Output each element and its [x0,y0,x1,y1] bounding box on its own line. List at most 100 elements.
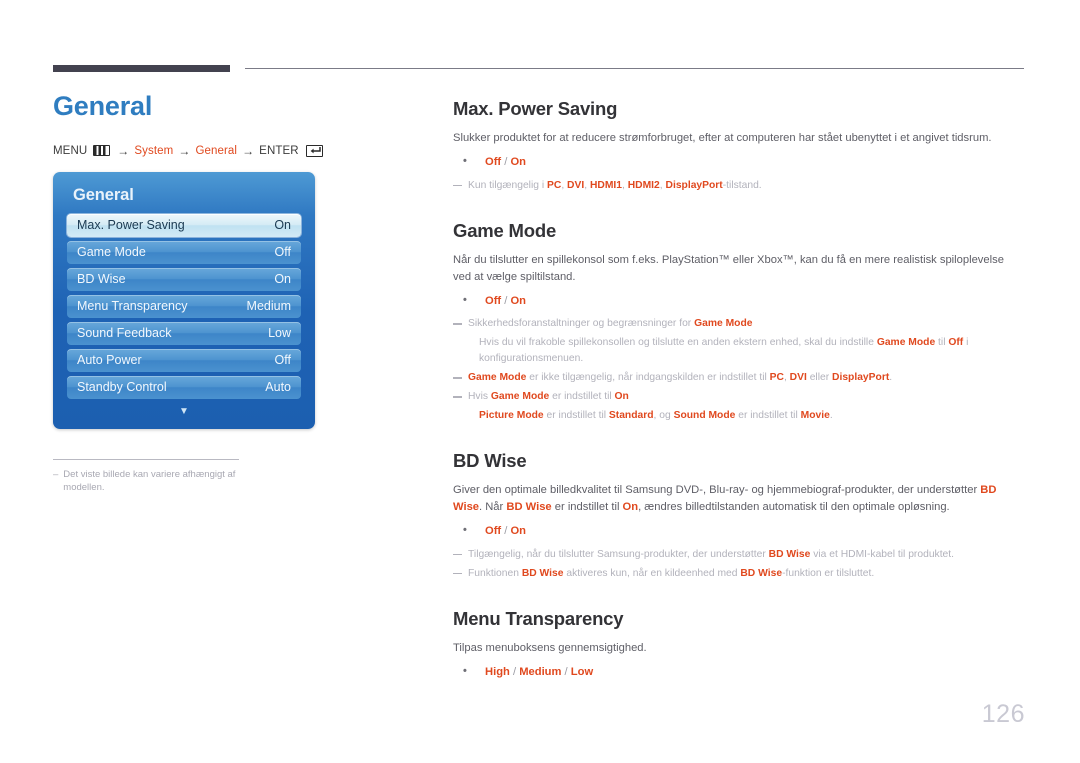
note-text: . Når [479,501,507,514]
option-value: High [485,665,510,678]
osd-item-value: On [274,218,291,233]
right-column: Max. Power Saving Slukker produktet for a… [453,98,1025,688]
section-note: Tilgængelig, når du tilslutter Samsung-p… [453,547,1025,563]
note-text: er ikke tilgængelig, når indgangskilden … [526,372,770,384]
section-heading: Menu Transparency [453,607,624,629]
page-number: 126 [981,700,1025,728]
section-heading: Max. Power Saving [453,98,618,119]
note-text: -tilstand. [722,179,762,191]
highlighted-term: BD Wise [740,567,783,579]
section-note: Kun tilgængelig i PC, DVI, HDMI1, HDMI2,… [453,178,1025,194]
osd-item-label: Game Mode [77,245,146,260]
highlighted-term: Standard [608,410,654,422]
breadcrumb-step-general: General [195,144,238,157]
option-list: Off / On [453,292,1025,310]
highlighted-term: DVI [789,372,807,384]
section-game-mode: Game Mode Når du tilslutter en spillekons… [453,220,1025,424]
footnote-text: Det viste billede kan variere afhængigt … [63,468,236,493]
osd-menu-item[interactable]: Menu Transparency Medium [67,294,301,318]
osd-menu-title: General [73,185,134,204]
option-item: Off / On [463,522,1025,540]
osd-item-label: Sound Feedback [77,326,172,341]
option-value: Low [570,665,594,678]
note-text: Funktionen [468,567,522,579]
option-separator: / [509,665,520,678]
manual-page: General MENU → System → General → ENTER … [0,0,1080,763]
note-text: Sikkerhedsforanstaltninger og begrænsnin… [468,318,695,330]
note-text: , og [653,410,674,422]
highlighted-term: On [622,501,639,514]
osd-menu-item[interactable]: Sound Feedback Low [67,321,301,345]
option-value: Off [485,156,502,169]
header-rule-thin [245,68,1024,69]
section-body: Giver den optimale billedkvalitet til Sa… [453,482,1025,516]
option-list: High / Medium / Low [453,663,1025,681]
option-value: On [510,156,527,169]
note-text: til [935,337,949,349]
section-body: Slukker produktet for at reducere strømf… [453,132,992,145]
option-value: Off [485,294,502,307]
section-heading: BD Wise [453,450,527,472]
osd-item-label: BD Wise [77,272,126,287]
section-max-power-saving: Max. Power Saving Slukker produktet for a… [453,98,1025,194]
section-heading: Game Mode [453,219,557,241]
breadcrumb-step-system: System [134,144,174,157]
osd-menu-item[interactable]: Max. Power Saving On [67,213,301,237]
highlighted-term: Game Mode [490,391,550,403]
option-list: Off / On [453,522,1025,540]
section-note: Hvis Game Mode er indstillet til On [453,389,1025,405]
highlighted-term: Game Mode [694,318,753,330]
highlighted-term: On [614,391,629,403]
highlighted-term: DisplayPort [832,372,890,384]
option-item: Off / On [463,153,1025,171]
chevron-down-icon[interactable]: ▼ [53,406,315,417]
note-text: Kun tilgængelig i [468,179,547,191]
highlighted-term: Sound Mode [673,410,736,422]
option-value: On [510,294,527,307]
note-text: eller [806,372,833,384]
note-text: er indstillet til [549,391,615,403]
osd-menu-item[interactable]: Game Mode Off [67,240,301,264]
section-note: Funktionen BD Wise aktiveres kun, når en… [453,566,1025,582]
highlighted-term: Game Mode [876,337,936,349]
osd-item-value: Off [274,353,291,368]
option-value: On [510,525,527,538]
menu-bars-icon [93,145,111,157]
note-text: via et HDMI-kabel til produktet. [810,548,954,560]
enter-key-icon [305,144,323,157]
footnote-divider [53,458,239,460]
osd-menu-item[interactable]: Standby Control Auto [67,375,301,399]
osd-menu-item[interactable]: BD Wise On [67,267,301,291]
note-text: -funktion er tilsluttet. [782,567,875,579]
osd-item-value: On [274,272,291,287]
option-list: Off / On [453,153,1025,171]
breadcrumb-arrow-3: → [242,143,255,158]
note-text: . [889,372,893,384]
note-text: er indstillet til [735,410,801,422]
header-rule-thick [53,65,230,72]
osd-item-label: Menu Transparency [77,299,188,314]
osd-menu-item[interactable]: Auto Power Off [67,348,301,372]
section-note: Game Mode er ikke tilgængelig, når indga… [453,370,1025,386]
highlighted-term: Game Mode [468,372,527,384]
note-text: er indstillet til [551,501,623,514]
osd-item-value: Medium [246,299,291,314]
osd-item-label: Standby Control [77,380,167,395]
highlighted-term: DisplayPort [665,179,723,191]
highlighted-term: Picture Mode [479,410,544,422]
highlighted-term: BD Wise [506,501,552,514]
section-note: Picture Mode er indstillet til Standard,… [453,408,1025,424]
highlighted-term: PC [547,179,562,191]
page-title: General [53,91,153,121]
osd-item-value: Auto [265,380,291,395]
highlighted-term: PC [769,372,784,384]
section-note: Hvis du vil frakoble spillekonsollen og … [453,335,1025,367]
osd-menu-panel: General Max. Power Saving On Game Mode Off B… [53,171,315,429]
osd-item-value: Off [274,245,291,260]
highlighted-term: DVI [567,179,585,191]
section-menu-transparency: Menu Transparency Tilpas menuboksens genn… [453,608,1025,681]
highlighted-term: Movie [800,410,830,422]
highlighted-term: Off [948,337,964,349]
highlighted-term: BD Wise [521,567,564,579]
option-item: Off / On [463,292,1025,310]
